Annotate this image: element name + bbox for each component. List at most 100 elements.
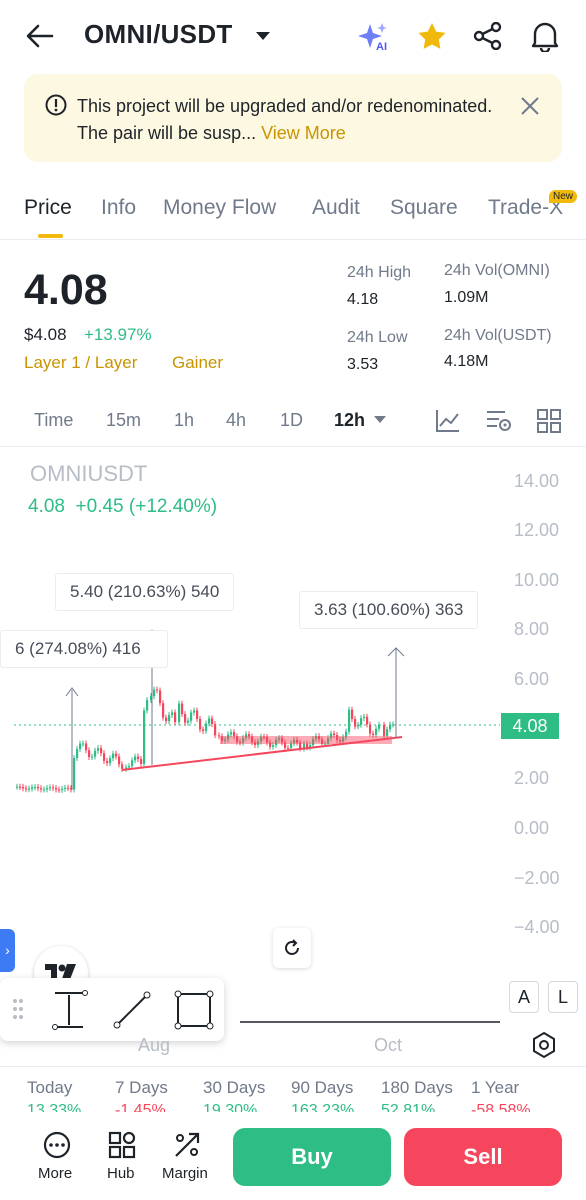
candle-body xyxy=(97,748,100,751)
buy-button[interactable]: Buy xyxy=(233,1128,391,1186)
close-icon[interactable] xyxy=(520,96,540,116)
hub-icon[interactable] xyxy=(108,1131,136,1159)
log-scale-button[interactable]: L xyxy=(548,981,578,1013)
y-tick: 2.00 xyxy=(514,768,550,788)
candle-body xyxy=(109,758,112,764)
perf-value: 163.23% xyxy=(291,1102,355,1112)
hub-label[interactable]: Hub xyxy=(107,1165,135,1182)
back-arrow-icon[interactable] xyxy=(26,24,54,48)
perf-value: 19.30% xyxy=(203,1102,258,1112)
candle-body xyxy=(112,753,115,759)
sell-button[interactable]: Sell xyxy=(404,1128,562,1186)
tf-15m[interactable]: 15m xyxy=(106,410,141,431)
share-icon[interactable] xyxy=(473,22,503,50)
y-tick: −4.00 xyxy=(514,917,560,937)
candle-body xyxy=(115,753,118,757)
tab-audit[interactable]: Audit xyxy=(312,196,360,220)
more-icon[interactable] xyxy=(43,1131,71,1159)
more-label[interactable]: More xyxy=(38,1165,72,1182)
reset-chart-button[interactable] xyxy=(273,928,311,968)
candle-body xyxy=(190,712,193,721)
refresh-icon xyxy=(285,939,299,955)
price-range-tool-icon[interactable] xyxy=(52,990,90,1030)
tab-money-flow[interactable]: Money Flow xyxy=(163,196,276,220)
candle-body xyxy=(91,756,94,758)
candle-body xyxy=(218,735,221,737)
bell-icon[interactable] xyxy=(530,20,560,52)
tab-square[interactable]: Square xyxy=(390,196,458,220)
candle-body xyxy=(55,788,58,790)
side-panel-toggle[interactable]: › xyxy=(0,929,15,972)
chart-settings-icon[interactable] xyxy=(486,409,512,433)
margin-icon[interactable] xyxy=(173,1131,201,1159)
gainer-tag[interactable]: Gainer xyxy=(172,353,223,373)
candle-body xyxy=(214,724,217,736)
candle-body xyxy=(137,756,140,759)
tab-price[interactable]: Price xyxy=(24,196,72,220)
y-tick: 0.00 xyxy=(514,818,550,838)
auto-scale-button[interactable]: A xyxy=(509,981,539,1013)
layout-grid-icon[interactable] xyxy=(537,409,561,433)
tab-info[interactable]: Info xyxy=(101,196,136,220)
tf-time[interactable]: Time xyxy=(34,410,73,431)
last-price: 4.08 xyxy=(24,266,108,314)
candle-body xyxy=(43,789,46,791)
pair-title[interactable]: OMNI/USDT xyxy=(84,19,233,50)
candle-body xyxy=(73,758,76,790)
candle-body xyxy=(85,743,88,751)
perf-label: 30 Days xyxy=(203,1078,266,1097)
indicators-icon[interactable] xyxy=(435,408,461,434)
star-icon[interactable] xyxy=(417,22,447,50)
candle-body xyxy=(156,689,159,691)
caret-down-icon[interactable] xyxy=(255,31,271,41)
tf-1h[interactable]: 1h xyxy=(174,410,194,431)
candle-body xyxy=(106,760,109,764)
tf-4h[interactable]: 4h xyxy=(226,410,246,431)
candle-body xyxy=(118,756,121,765)
chart-settings-hex-icon[interactable] xyxy=(531,1031,557,1059)
tf-caret-icon[interactable] xyxy=(374,416,386,424)
candle-body xyxy=(178,703,181,723)
ai-sparkle-icon[interactable]: AI xyxy=(358,22,392,52)
tf-12h[interactable]: 12h xyxy=(334,410,365,431)
notice-banner: This project will be upgraded and/or red… xyxy=(24,74,562,162)
candle-body xyxy=(378,724,381,729)
perf-label: 7 Days xyxy=(115,1078,168,1097)
candle-body xyxy=(369,724,372,734)
vol-base-value: 1.09M xyxy=(444,289,489,306)
candle-body xyxy=(140,758,143,764)
candle-body xyxy=(272,744,275,747)
candle-body xyxy=(360,718,363,725)
y-tick: 14.00 xyxy=(514,471,560,491)
candle-body xyxy=(306,743,309,748)
candle-body xyxy=(82,743,85,745)
tab-active-indicator xyxy=(38,234,63,238)
chart-last: 4.08 xyxy=(28,496,65,517)
low-value: 3.53 xyxy=(347,356,379,373)
tabs-divider xyxy=(0,239,586,240)
tf-1d[interactable]: 1D xyxy=(280,410,303,431)
rectangle-tool-icon[interactable] xyxy=(174,990,214,1030)
measure-callout-2: 6 (274.08%) 416 xyxy=(0,630,168,668)
usd-price: $4.08 xyxy=(24,325,67,344)
candle-body xyxy=(28,788,31,790)
support-zone xyxy=(220,736,392,744)
candle-body xyxy=(162,703,165,718)
drag-handle-icon[interactable] xyxy=(12,998,24,1020)
category-tag[interactable]: Layer 1 / Layer xyxy=(24,353,137,373)
view-more-link[interactable]: View More xyxy=(261,123,346,143)
candle-body xyxy=(79,743,82,750)
margin-label[interactable]: Margin xyxy=(162,1165,208,1182)
candle-body xyxy=(181,703,184,715)
trend-line-tool-icon[interactable] xyxy=(112,990,152,1030)
chart-change: +0.45 (+12.40%) xyxy=(75,496,218,517)
measure-callout-3: 3.63 (100.60%) 363 xyxy=(299,591,479,629)
y-tick: −2.00 xyxy=(514,868,560,888)
candle-body xyxy=(184,714,187,723)
candle-body xyxy=(351,709,354,720)
perf-value: 52.81% xyxy=(381,1102,436,1112)
candle-body xyxy=(31,787,34,789)
candle-body xyxy=(19,786,22,788)
candle-body xyxy=(205,723,208,731)
candle-body xyxy=(199,718,202,730)
